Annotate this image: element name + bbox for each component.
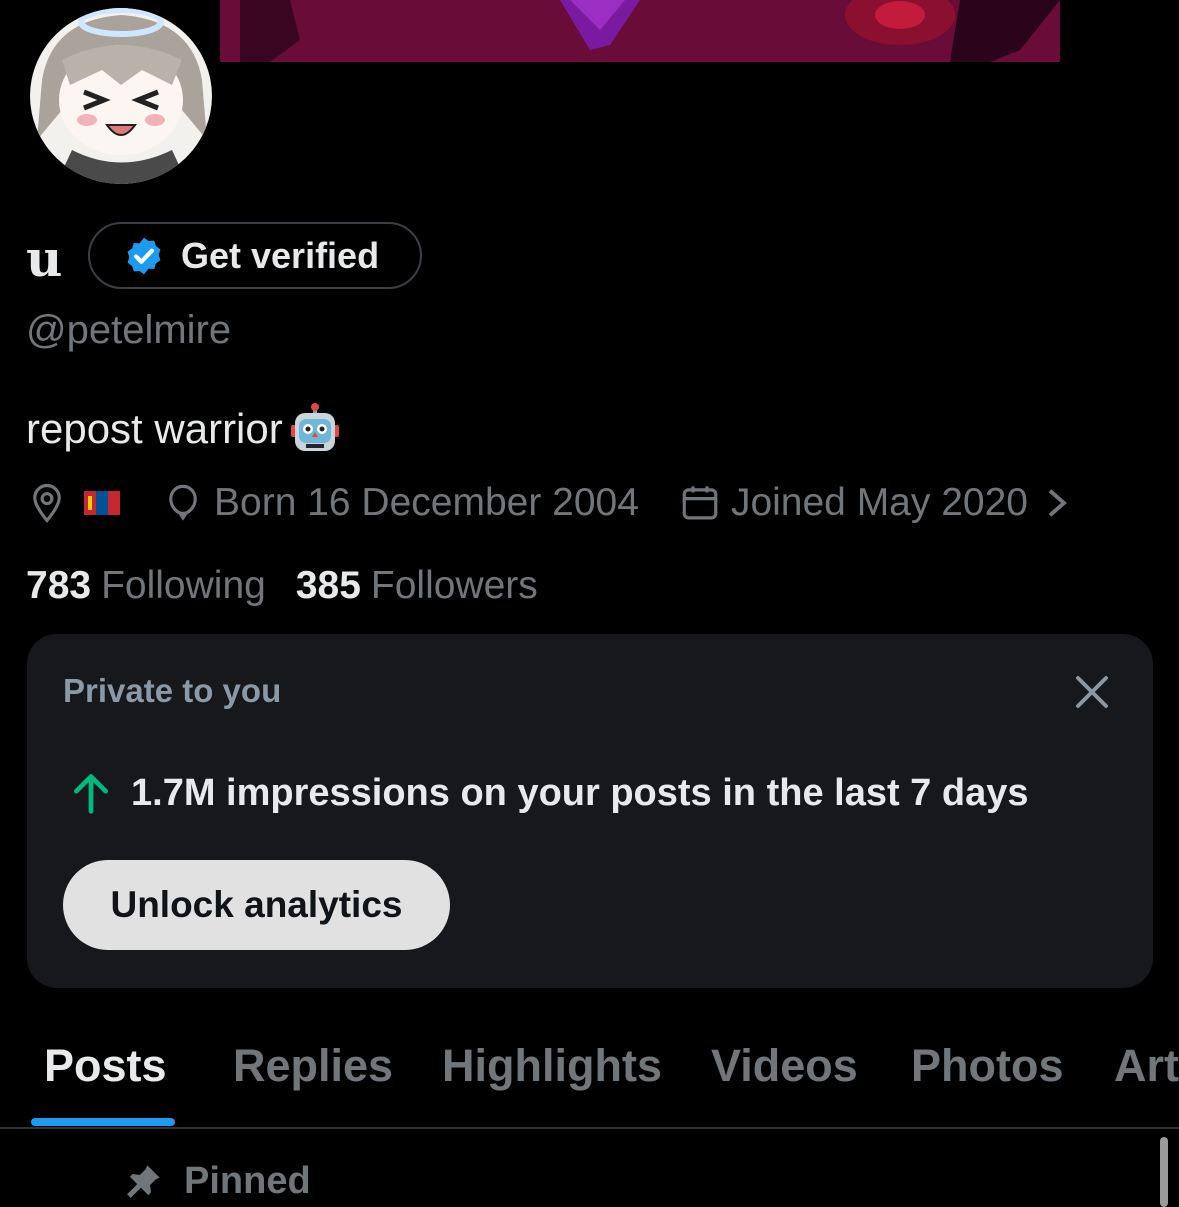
verified-badge-icon	[127, 237, 161, 274]
unlock-analytics-button[interactable]: Unlock analytics	[63, 860, 450, 950]
tab-art[interactable]: Art	[1114, 1040, 1179, 1092]
calendar-icon	[682, 486, 718, 520]
tab-posts[interactable]: Posts	[44, 1040, 167, 1092]
active-tab-indicator	[31, 1118, 175, 1126]
join-date[interactable]: Joined May 2020	[679, 481, 1072, 525]
following-link[interactable]: 783 Following	[26, 561, 266, 611]
scrollbar[interactable]	[1160, 1137, 1168, 1207]
user-handle: @petelmire	[26, 308, 232, 352]
tab-videos[interactable]: Videos	[711, 1040, 858, 1092]
impressions-stat: 1.7M impressions on your posts in the la…	[71, 771, 1028, 815]
get-verified-button[interactable]: Get verified	[88, 222, 422, 289]
bio: repost warrior	[26, 402, 341, 456]
display-name: u	[26, 229, 63, 288]
location-pin-icon	[33, 483, 61, 523]
bio-text: repost warrior	[26, 405, 283, 452]
private-analytics-card: Private to you 1.7M impressions on your …	[27, 634, 1153, 988]
avatar[interactable]	[22, 0, 220, 193]
balloon-icon	[169, 484, 197, 521]
private-card-title: Private to you	[63, 672, 282, 709]
profile-meta: Born 16 December 2004 Joined May 2020	[26, 476, 1072, 530]
following-label: Following	[101, 564, 266, 607]
robot-emoji-icon	[290, 403, 339, 451]
birthday: Born 16 December 2004	[162, 481, 639, 525]
following-count: 783	[26, 564, 92, 607]
chevron-right-icon	[1048, 489, 1067, 517]
tabs-divider	[0, 1127, 1179, 1129]
pinned-label: Pinned	[122, 1160, 311, 1203]
pinned-text: Pinned	[184, 1160, 311, 1202]
impressions-text: 1.7M impressions on your posts in the la…	[131, 771, 1029, 814]
tab-highlights[interactable]: Highlights	[442, 1040, 662, 1092]
arrow-up-icon	[73, 774, 109, 814]
close-icon[interactable]	[1071, 671, 1113, 713]
tab-photos[interactable]: Photos	[911, 1040, 1064, 1092]
follow-counts: 783 Following 385 Followers	[26, 561, 538, 611]
mongolia-flag-icon	[84, 491, 120, 515]
tab-replies[interactable]: Replies	[233, 1040, 393, 1092]
get-verified-label: Get verified	[181, 234, 380, 276]
followers-count: 385	[295, 564, 361, 607]
followers-label: Followers	[370, 564, 538, 607]
pin-icon	[127, 1164, 160, 1198]
profile-tabs: Posts Replies Highlights Videos Photos A…	[0, 1030, 1179, 1128]
birthday-text: Born 16 December 2004	[214, 481, 639, 524]
followers-link[interactable]: 385 Followers	[296, 561, 538, 611]
join-date-text: Joined May 2020	[730, 481, 1028, 524]
